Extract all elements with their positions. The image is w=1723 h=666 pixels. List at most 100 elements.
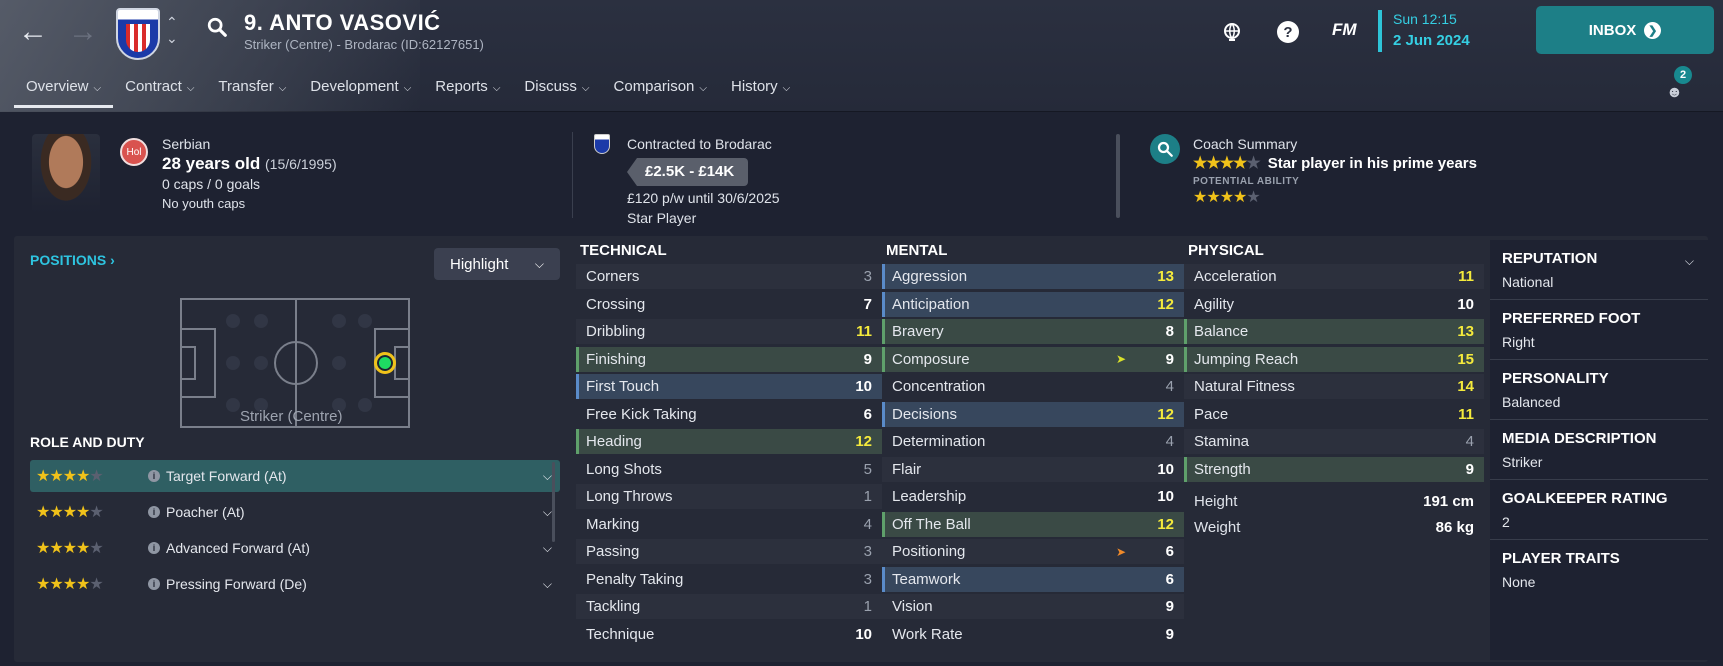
info-icon[interactable]: i — [148, 578, 160, 590]
attribute-name: Penalty Taking — [586, 570, 684, 588]
forward-arrow-icon[interactable]: → — [68, 14, 98, 50]
position-dot[interactable] — [226, 314, 240, 328]
tab-transfer[interactable]: Transfer ⌵ — [206, 74, 298, 108]
attribute-row[interactable]: Dribbling 11 — [576, 319, 882, 344]
fm-logo[interactable]: FM — [1332, 20, 1357, 40]
reputation-item[interactable]: REPUTATION National ⌵ — [1490, 240, 1708, 300]
nationality: Serbian — [162, 136, 211, 152]
attribute-value: 14 — [1457, 378, 1474, 395]
attribute-row[interactable]: Stamina 4 — [1184, 429, 1484, 454]
nationality-flag-icon[interactable]: Hol — [120, 138, 148, 166]
info-icon[interactable]: i — [148, 470, 160, 482]
tab-discuss[interactable]: Discuss ⌵ — [512, 74, 601, 108]
club-crest-small-icon[interactable] — [594, 134, 610, 154]
role-row[interactable]: ★★★★★ i Target Forward (At) ⌵ — [30, 460, 560, 492]
chevron-down-icon[interactable]: ⌵ — [543, 469, 552, 484]
attribute-row[interactable]: Concentration 4 — [882, 374, 1184, 399]
info-icon[interactable]: i — [148, 542, 160, 554]
stars-full: ★★★★ — [36, 540, 90, 557]
role-list-scrollbar[interactable] — [552, 462, 555, 542]
striker-position-marker[interactable] — [374, 352, 396, 374]
attribute-row-key[interactable]: Finishing 9 — [576, 346, 882, 372]
attribute-row[interactable]: Pace 11 — [1184, 401, 1484, 427]
position-dot[interactable] — [254, 314, 268, 328]
club-crest-icon[interactable] — [116, 8, 160, 60]
tab-overview[interactable]: Overview ⌵ — [14, 74, 114, 108]
attribute-row[interactable]: Passing 3 — [576, 539, 882, 564]
attribute-row[interactable]: Positioning ➤ 6 — [882, 539, 1184, 564]
notifications-button[interactable]: 2 ☻ — [1666, 66, 1692, 102]
attribute-row[interactable]: Technique 10 — [576, 621, 882, 647]
attribute-row[interactable]: Penalty Taking 3 — [576, 566, 882, 592]
chevron-down-icon[interactable]: ⌵ — [1685, 254, 1694, 269]
position-dot[interactable] — [226, 356, 240, 370]
position-dot[interactable] — [226, 398, 240, 412]
attribute-row[interactable]: Marking 4 — [576, 511, 882, 537]
game-datetime[interactable]: Sun 12:15 2 Jun 2024 — [1393, 11, 1470, 49]
position-dot[interactable] — [332, 314, 346, 328]
tab-development[interactable]: Development ⌵ — [298, 74, 423, 108]
attribute-row[interactable]: Determination 4 — [882, 429, 1184, 454]
attribute-row[interactable]: Tackling 1 — [576, 594, 882, 619]
attribute-row-key[interactable]: Strength 9 — [1184, 456, 1484, 482]
summary-scrollbar[interactable] — [1116, 134, 1120, 218]
attribute-row[interactable]: Free Kick Taking 6 — [576, 401, 882, 427]
attribute-value: 12 — [855, 433, 872, 450]
tab-history[interactable]: History ⌵ — [719, 74, 802, 108]
position-dot[interactable] — [254, 356, 268, 370]
back-arrow-icon[interactable]: ← — [18, 14, 48, 50]
star-half-icon: ★ — [89, 468, 103, 485]
chevron-down-icon[interactable]: ⌵ — [543, 505, 552, 520]
attribute-row-key[interactable]: Aggression 13 — [882, 264, 1184, 289]
attribute-row-key[interactable]: Heading 12 — [576, 429, 882, 454]
attribute-value: 6 — [1165, 570, 1174, 588]
attribute-row[interactable]: Long Shots 5 — [576, 456, 882, 482]
attribute-row[interactable]: Work Rate 9 — [882, 621, 1184, 647]
player-cycle-updown-icon[interactable]: ⌃ ⌄ — [166, 14, 178, 46]
attribute-row[interactable]: Leadership 10 — [882, 484, 1184, 509]
attribute-row-key[interactable]: Balance 13 — [1184, 319, 1484, 344]
position-dot[interactable] — [358, 314, 372, 328]
attribute-row-key[interactable]: First Touch 10 — [576, 374, 882, 399]
chevron-down-icon[interactable]: ⌵ — [543, 577, 552, 592]
role-row[interactable]: ★★★★★ i Poacher (At) ⌵ — [30, 496, 560, 528]
chevron-down-icon[interactable]: ⌵ — [543, 541, 552, 556]
tab-reports[interactable]: Reports ⌵ — [423, 74, 512, 108]
tab-contract[interactable]: Contract ⌵ — [113, 74, 206, 108]
highlight-dropdown[interactable]: Highlight ⌵ — [434, 248, 560, 280]
attribute-name: First Touch — [586, 378, 660, 395]
player-traits-value: None — [1502, 574, 1536, 590]
role-row[interactable]: ★★★★★ i Advanced Forward (At) ⌵ — [30, 532, 560, 564]
attribute-row[interactable]: Long Throws 1 — [576, 484, 882, 509]
attribute-name: Finishing — [586, 350, 647, 368]
attribute-row[interactable]: Vision 9 — [882, 594, 1184, 619]
attribute-row[interactable]: Corners 3 — [576, 264, 882, 289]
attribute-row-key[interactable]: Decisions 12 — [882, 401, 1184, 427]
attribute-row[interactable]: Flair 10 — [882, 456, 1184, 482]
attribute-name: Determination — [892, 433, 986, 450]
role-duty-title: ROLE AND DUTY — [30, 434, 145, 450]
attribute-value: 13 — [1457, 323, 1474, 340]
attribute-row-key[interactable]: Composure ➤ 9 — [882, 346, 1184, 372]
attribute-row-key[interactable]: Anticipation 12 — [882, 291, 1184, 317]
tab-comparison[interactable]: Comparison ⌵ — [602, 74, 719, 108]
attribute-row[interactable]: Agility 10 — [1184, 291, 1484, 317]
help-icon[interactable]: ? — [1274, 18, 1302, 46]
attribute-row[interactable]: Crossing 7 — [576, 291, 882, 317]
role-row[interactable]: ★★★★★ i Pressing Forward (De) ⌵ — [30, 568, 560, 600]
attribute-row-key[interactable]: Off The Ball 12 — [882, 511, 1184, 537]
attribute-row-key[interactable]: Teamwork 6 — [882, 566, 1184, 592]
inbox-button[interactable]: INBOX ❯ — [1536, 6, 1714, 54]
search-icon[interactable] — [206, 16, 228, 38]
attribute-row-key[interactable]: Jumping Reach 15 — [1184, 346, 1484, 372]
position-dot[interactable] — [358, 398, 372, 412]
attribute-row-key[interactable]: Bravery 8 — [882, 319, 1184, 344]
globe-icon[interactable] — [1218, 18, 1246, 46]
info-icon[interactable]: i — [148, 506, 160, 518]
position-dot[interactable] — [332, 356, 346, 370]
attribute-row[interactable]: Acceleration 11 — [1184, 264, 1484, 289]
positions-header[interactable]: POSITIONS › — [30, 252, 115, 268]
magnifier-icon[interactable] — [1150, 134, 1180, 164]
positions-title: POSITIONS — [30, 252, 107, 268]
attribute-row[interactable]: Natural Fitness 14 — [1184, 374, 1484, 399]
